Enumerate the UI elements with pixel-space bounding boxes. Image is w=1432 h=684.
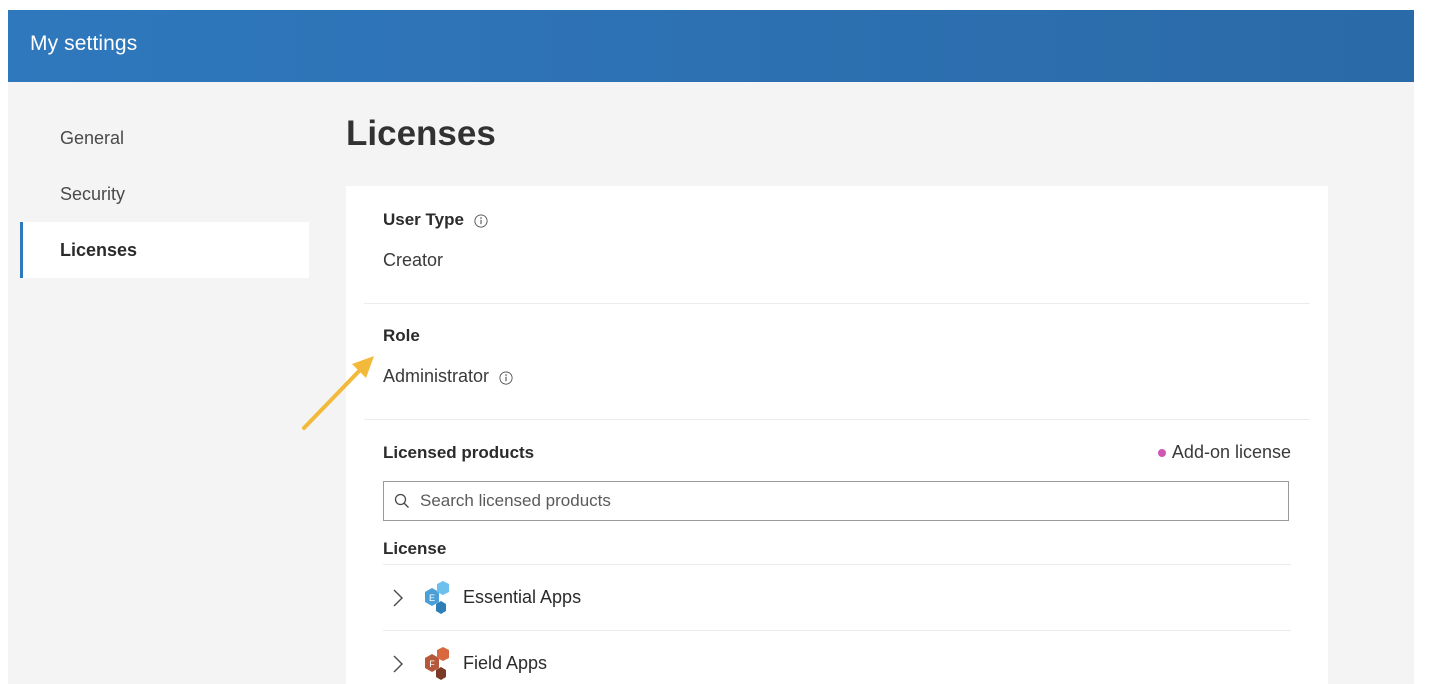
annotation-arrow-icon xyxy=(298,350,388,440)
essential-apps-icon: E xyxy=(417,580,453,616)
license-row-essential-apps[interactable]: E Essential Apps xyxy=(383,564,1291,630)
role-value: Administrator xyxy=(383,366,489,387)
chevron-right-icon[interactable] xyxy=(391,654,405,674)
header-bar: My settings xyxy=(8,10,1414,82)
addon-legend: Add-on license xyxy=(1158,442,1291,463)
license-column-header: License xyxy=(383,539,446,559)
user-type-label: User Type xyxy=(383,210,464,230)
user-type-value: Creator xyxy=(383,250,1291,271)
settings-window: My settings General Security Licenses Li… xyxy=(8,10,1414,684)
addon-legend-label: Add-on license xyxy=(1172,442,1291,463)
user-type-label-row: User Type xyxy=(383,210,1291,230)
sidebar-nav: General Security Licenses xyxy=(20,110,309,278)
licensed-products-label: Licensed products xyxy=(383,443,534,463)
user-type-section: User Type Creator xyxy=(383,210,1291,271)
license-row-field-apps[interactable]: F Field Apps xyxy=(383,630,1291,684)
role-label: Role xyxy=(383,326,1291,346)
divider xyxy=(364,419,1310,420)
divider xyxy=(364,303,1310,304)
sidebar-item-general[interactable]: General xyxy=(20,110,309,166)
licensed-products-header: Licensed products Add-on license xyxy=(383,442,1291,463)
product-name: Field Apps xyxy=(463,653,547,674)
search-icon xyxy=(394,493,410,509)
product-name: Essential Apps xyxy=(463,587,581,608)
role-section: Role Administrator xyxy=(383,326,1291,387)
header-title: My settings xyxy=(30,32,137,56)
svg-text:E: E xyxy=(429,593,435,603)
sidebar-item-licenses[interactable]: Licenses xyxy=(20,222,309,278)
info-icon[interactable] xyxy=(499,370,513,384)
chevron-right-icon[interactable] xyxy=(391,588,405,608)
svg-text:F: F xyxy=(429,659,435,669)
search-input[interactable] xyxy=(418,490,1282,512)
info-icon[interactable] xyxy=(474,213,488,227)
licenses-card: User Type Creator Role Administrator xyxy=(346,186,1328,684)
field-apps-icon: F xyxy=(417,646,453,682)
search-field[interactable] xyxy=(383,481,1289,521)
page-title: Licenses xyxy=(346,114,496,154)
role-value-row: Administrator xyxy=(383,366,1291,387)
addon-dot-icon xyxy=(1158,449,1166,457)
sidebar-item-security[interactable]: Security xyxy=(20,166,309,222)
